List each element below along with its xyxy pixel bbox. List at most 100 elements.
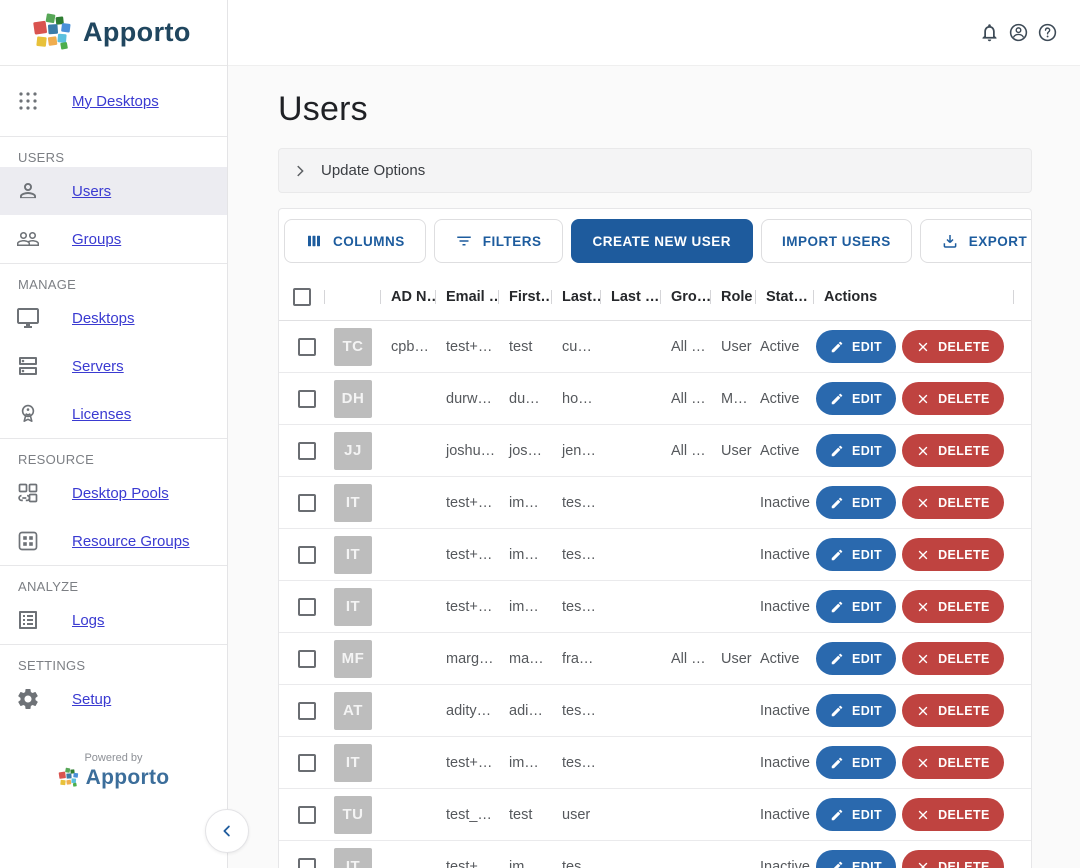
- create-new-user-button[interactable]: CREATE NEW USER: [571, 219, 754, 263]
- delete-button[interactable]: DELETE: [902, 642, 1004, 675]
- sidebar-item-servers[interactable]: Servers: [0, 342, 227, 390]
- sidebar-group: ANALYZELogs: [0, 565, 227, 644]
- delete-button-label: DELETE: [938, 756, 990, 770]
- edit-button[interactable]: EDIT: [816, 746, 896, 779]
- cell-status: Inactive: [756, 703, 814, 719]
- cell-first-name: im…: [499, 755, 552, 771]
- row-checkbox[interactable]: [298, 494, 316, 512]
- notifications-bell-icon[interactable]: [979, 22, 1000, 43]
- delete-button[interactable]: DELETE: [902, 746, 1004, 779]
- delete-button[interactable]: DELETE: [902, 590, 1004, 623]
- row-select-cell: [279, 806, 325, 824]
- account-circle-icon[interactable]: [1008, 22, 1029, 43]
- column-header-stat[interactable]: Stat…: [756, 273, 814, 320]
- cell-first-name: jos…: [499, 443, 552, 459]
- column-header-actions[interactable]: Actions: [814, 273, 1014, 320]
- pools-icon: [16, 481, 40, 505]
- column-header-gro[interactable]: Gro…: [661, 273, 711, 320]
- sidebar-item-resource-groups[interactable]: Resource Groups: [0, 517, 227, 565]
- column-header-ad-n[interactable]: AD N…: [381, 273, 436, 320]
- delete-button[interactable]: DELETE: [902, 798, 1004, 831]
- import-users-button[interactable]: IMPORT USERS: [761, 219, 912, 263]
- sidebar-item-my-desktops[interactable]: My Desktops: [0, 77, 227, 125]
- row-checkbox[interactable]: [298, 806, 316, 824]
- sidebar-group: USERS Users Groups: [0, 136, 227, 263]
- row-checkbox[interactable]: [298, 598, 316, 616]
- column-header-role[interactable]: Role: [711, 273, 756, 320]
- cell-role: M…: [711, 391, 756, 407]
- cell-first-name: adi…: [499, 703, 552, 719]
- row-checkbox[interactable]: [298, 390, 316, 408]
- update-options-expander[interactable]: Update Options: [278, 148, 1032, 193]
- delete-button[interactable]: DELETE: [902, 434, 1004, 467]
- apporto-logo[interactable]: Apporto: [0, 0, 227, 66]
- edit-button[interactable]: EDIT: [816, 642, 896, 675]
- columns-button[interactable]: COLUMNS: [284, 219, 426, 263]
- filter-icon: [455, 232, 473, 250]
- row-checkbox[interactable]: [298, 702, 316, 720]
- edit-button[interactable]: EDIT: [816, 330, 896, 363]
- cell-last-name: tes…: [552, 859, 601, 868]
- edit-button[interactable]: EDIT: [816, 486, 896, 519]
- delete-button[interactable]: DELETE: [902, 330, 1004, 363]
- row-actions-cell: EDITDELETE: [814, 330, 1014, 363]
- apporto-logo-mark-icon: [32, 12, 74, 54]
- sidebar-item-groups[interactable]: Groups: [0, 215, 227, 263]
- row-checkbox[interactable]: [298, 546, 316, 564]
- delete-button-label: DELETE: [938, 548, 990, 562]
- filters-button[interactable]: FILTERS: [434, 219, 563, 263]
- edit-button-label: EDIT: [852, 704, 882, 718]
- column-header-last[interactable]: Last…: [552, 273, 601, 320]
- select-all-checkbox[interactable]: [293, 288, 311, 306]
- sidebar-item-setup[interactable]: Setup: [0, 675, 227, 723]
- sidebar-collapse-button[interactable]: [205, 809, 249, 853]
- delete-button[interactable]: DELETE: [902, 850, 1004, 868]
- delete-button[interactable]: DELETE: [902, 382, 1004, 415]
- cell-last-name: tes…: [552, 755, 601, 771]
- edit-button[interactable]: EDIT: [816, 538, 896, 571]
- cell-first-name: du…: [499, 391, 552, 407]
- edit-button[interactable]: EDIT: [816, 694, 896, 727]
- grid-dots-icon: [16, 89, 40, 113]
- edit-button[interactable]: EDIT: [816, 382, 896, 415]
- user-row: DHdurw…du…ho…All …M…ActiveEDITDELETE: [279, 373, 1031, 425]
- powered-by-label: Powered by: [84, 752, 142, 764]
- sidebar-item-users[interactable]: Users: [0, 167, 227, 215]
- row-checkbox[interactable]: [298, 754, 316, 772]
- delete-button[interactable]: DELETE: [902, 486, 1004, 519]
- column-header-first[interactable]: First…: [499, 273, 552, 320]
- edit-button[interactable]: EDIT: [816, 798, 896, 831]
- sidebar-item-logs[interactable]: Logs: [0, 596, 227, 644]
- delete-button-label: DELETE: [938, 860, 990, 868]
- edit-button[interactable]: EDIT: [816, 590, 896, 623]
- powered-by: Powered by Apporto: [0, 752, 227, 790]
- row-checkbox[interactable]: [298, 650, 316, 668]
- delete-button[interactable]: DELETE: [902, 694, 1004, 727]
- cell-first-name: test: [499, 339, 552, 355]
- column-header-last-[interactable]: Last …: [601, 273, 661, 320]
- sidebar-item-desktops[interactable]: Desktops: [0, 294, 227, 342]
- cell-status: Active: [756, 443, 814, 459]
- help-icon[interactable]: [1037, 22, 1058, 43]
- export-button[interactable]: EXPORT: [920, 219, 1032, 263]
- cell-email: test+…: [436, 547, 499, 563]
- cell-status: Inactive: [756, 547, 814, 563]
- brand-name: Apporto: [83, 17, 191, 48]
- edit-button[interactable]: EDIT: [816, 434, 896, 467]
- sidebar-item-label: Users: [72, 183, 111, 200]
- column-header-email-[interactable]: Email …: [436, 273, 499, 320]
- row-checkbox[interactable]: [298, 338, 316, 356]
- delete-button[interactable]: DELETE: [902, 538, 1004, 571]
- sidebar-nav: My DesktopsUSERSUsersGroupsMANAGEDesktop…: [0, 66, 227, 723]
- sidebar-section-label-users: USERS: [0, 137, 227, 167]
- close-icon: [916, 808, 930, 822]
- row-checkbox[interactable]: [298, 442, 316, 460]
- app-root: Apporto My DesktopsUSERSUsersGroupsMANAG…: [0, 0, 1080, 868]
- sidebar-item-desktop-pools[interactable]: Desktop Pools: [0, 469, 227, 517]
- pencil-icon: [830, 860, 844, 868]
- sidebar-item-label: Licenses: [72, 406, 131, 423]
- edit-button[interactable]: EDIT: [816, 850, 896, 868]
- row-checkbox[interactable]: [298, 858, 316, 868]
- sidebar-item-label: Desktop Pools: [72, 485, 169, 502]
- sidebar-item-licenses[interactable]: Licenses: [0, 390, 227, 438]
